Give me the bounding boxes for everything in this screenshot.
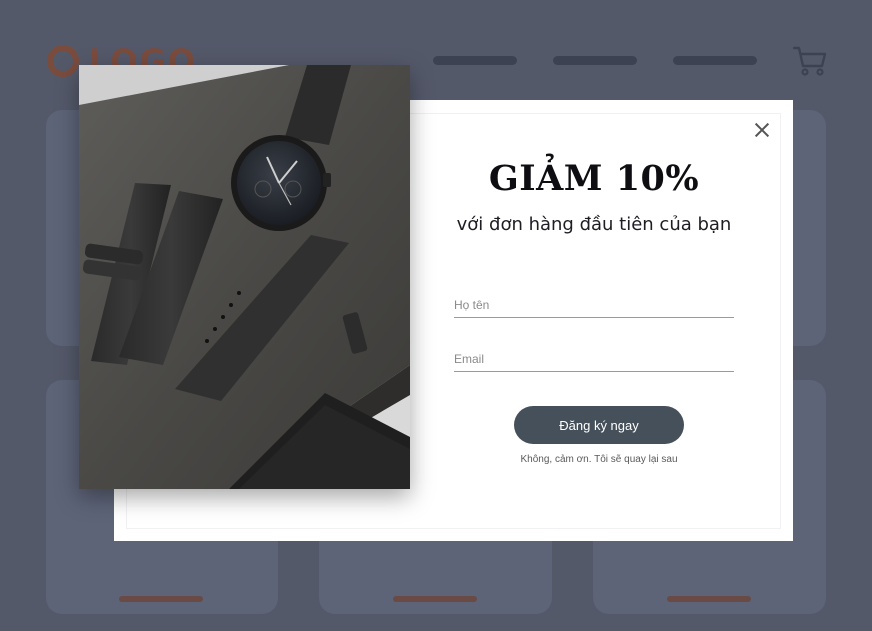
nav-item-placeholder[interactable] bbox=[433, 56, 517, 65]
nav-item-placeholder[interactable] bbox=[673, 56, 757, 65]
logo-mark bbox=[47, 45, 79, 77]
watch-product-photo bbox=[79, 65, 410, 489]
close-icon[interactable] bbox=[749, 117, 775, 143]
nav-item-placeholder[interactable] bbox=[553, 56, 637, 65]
name-field[interactable] bbox=[454, 292, 734, 318]
popup-title: GIẢM 10% bbox=[488, 158, 700, 199]
shopping-cart-icon[interactable] bbox=[793, 45, 827, 77]
decline-link[interactable]: Không, cảm ơn. Tôi sẽ quay lại sau bbox=[454, 454, 744, 465]
card-price-placeholder bbox=[393, 596, 477, 602]
card-price-placeholder bbox=[119, 596, 203, 602]
card-price-placeholder bbox=[667, 596, 751, 602]
subscribe-button[interactable]: Đăng ký ngay bbox=[514, 406, 684, 444]
email-field[interactable] bbox=[454, 346, 734, 372]
popup-subtitle: với đơn hàng đầu tiên của bạn bbox=[456, 214, 732, 235]
